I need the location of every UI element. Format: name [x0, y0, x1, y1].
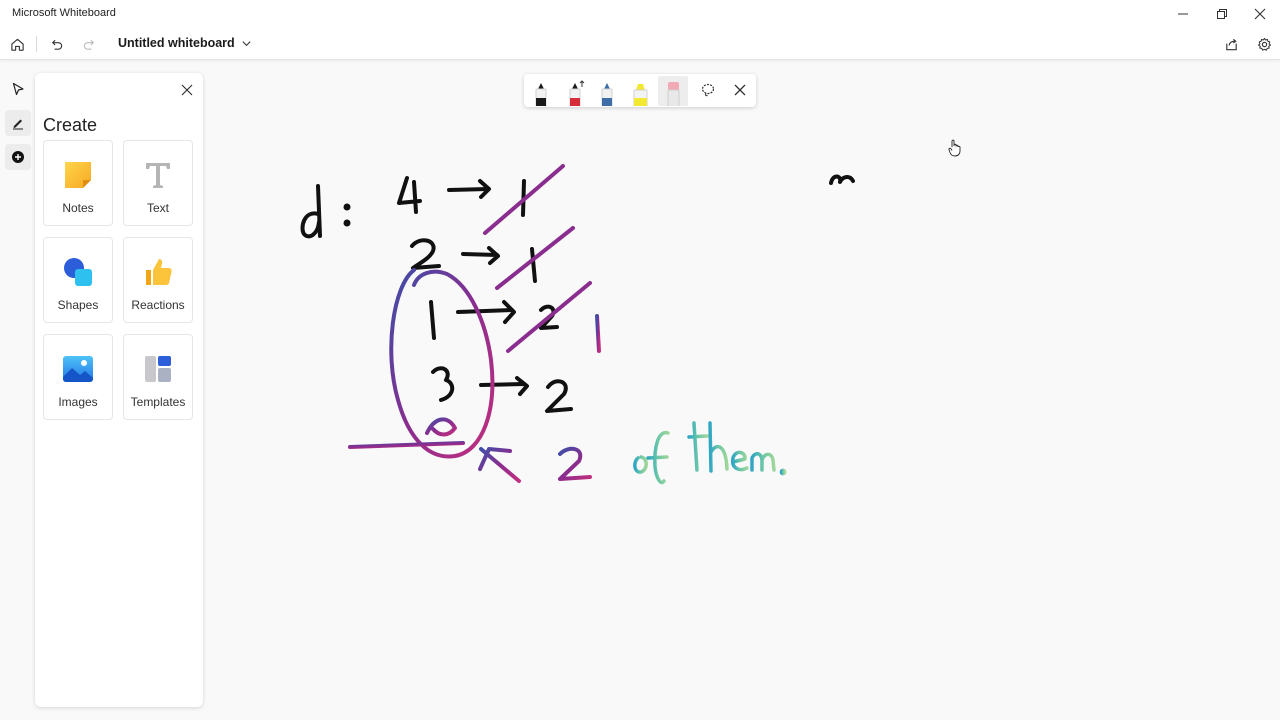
sticky-note-icon [65, 162, 91, 188]
black-pen-button[interactable] [526, 76, 556, 109]
left-tool-rail [2, 72, 32, 182]
share-button[interactable] [1218, 32, 1244, 56]
tile-label: Images [58, 395, 98, 409]
tile-label: Notes [62, 201, 94, 215]
restore-icon [1217, 9, 1227, 19]
command-separator [36, 36, 37, 52]
blue-pen-icon [601, 83, 613, 109]
select-arrow-icon [12, 82, 24, 96]
create-notes-tile[interactable]: Notes [43, 140, 113, 226]
close-panel-button[interactable] [178, 81, 196, 99]
whiteboard-title-menu[interactable]: Untitled whiteboard [118, 36, 252, 50]
image-icon [63, 356, 93, 382]
eraser-button[interactable] [658, 76, 688, 109]
create-tool-button[interactable] [5, 144, 31, 170]
lasso-icon [701, 83, 715, 97]
settings-button[interactable] [1251, 32, 1277, 56]
restore-button[interactable] [1203, 0, 1241, 28]
tile-label: Text [146, 201, 169, 215]
highlighter-icon [633, 84, 648, 109]
templates-icon [145, 356, 171, 382]
select-tool-button[interactable] [5, 76, 31, 102]
redo-button[interactable] [76, 32, 102, 56]
add-icon [12, 151, 24, 163]
create-text-tile[interactable]: Text [123, 140, 193, 226]
yellow-highlighter-button[interactable] [625, 76, 655, 109]
create-templates-tile[interactable]: Templates [123, 334, 193, 420]
inking-toolbar [524, 74, 756, 109]
inking-tool-button[interactable] [5, 110, 31, 136]
create-images-tile[interactable]: Images [43, 334, 113, 420]
chevron-down-icon [242, 40, 251, 46]
panel-title: Create [43, 115, 98, 135]
create-shapes-tile[interactable]: Shapes [43, 237, 113, 323]
hand-cursor-icon [948, 139, 961, 157]
thumbs-up-icon [146, 259, 172, 285]
whiteboard-title: Untitled whiteboard [118, 36, 235, 50]
close-icon [734, 84, 746, 96]
text-icon [146, 163, 170, 188]
whiteboard-canvas[interactable] [204, 61, 1280, 720]
create-reactions-tile[interactable]: Reactions [123, 237, 193, 323]
blue-pen-button[interactable] [592, 76, 622, 109]
eraser-icon [667, 82, 680, 109]
undo-icon [51, 39, 62, 50]
tile-label: Shapes [57, 298, 99, 312]
red-pen-icon [569, 80, 585, 109]
close-icon [1254, 8, 1266, 20]
gear-icon [1257, 37, 1271, 51]
shapes-icon [64, 258, 92, 286]
red-pen-button[interactable] [560, 76, 590, 109]
command-bar: Untitled whiteboard [0, 28, 1280, 60]
close-icon [181, 84, 193, 96]
home-icon [10, 38, 24, 51]
undo-button[interactable] [43, 32, 69, 56]
redo-icon [83, 39, 94, 50]
pen-icon [13, 119, 23, 130]
home-button[interactable] [4, 32, 30, 56]
close-toolbar-button[interactable] [730, 80, 750, 100]
tile-label: Templates [130, 395, 186, 409]
black-pen-icon [535, 83, 547, 109]
share-icon [1225, 38, 1237, 50]
lasso-select-button[interactable] [698, 80, 718, 100]
create-panel: Create Notes Text Shapes Reactions Image… [35, 73, 203, 707]
minimize-button[interactable] [1164, 0, 1202, 28]
tile-label: Reactions [131, 298, 185, 312]
minimize-icon [1178, 13, 1188, 15]
close-window-button[interactable] [1241, 0, 1279, 28]
app-title: Microsoft Whiteboard [12, 7, 116, 19]
title-bar: Microsoft Whiteboard [0, 0, 1280, 28]
